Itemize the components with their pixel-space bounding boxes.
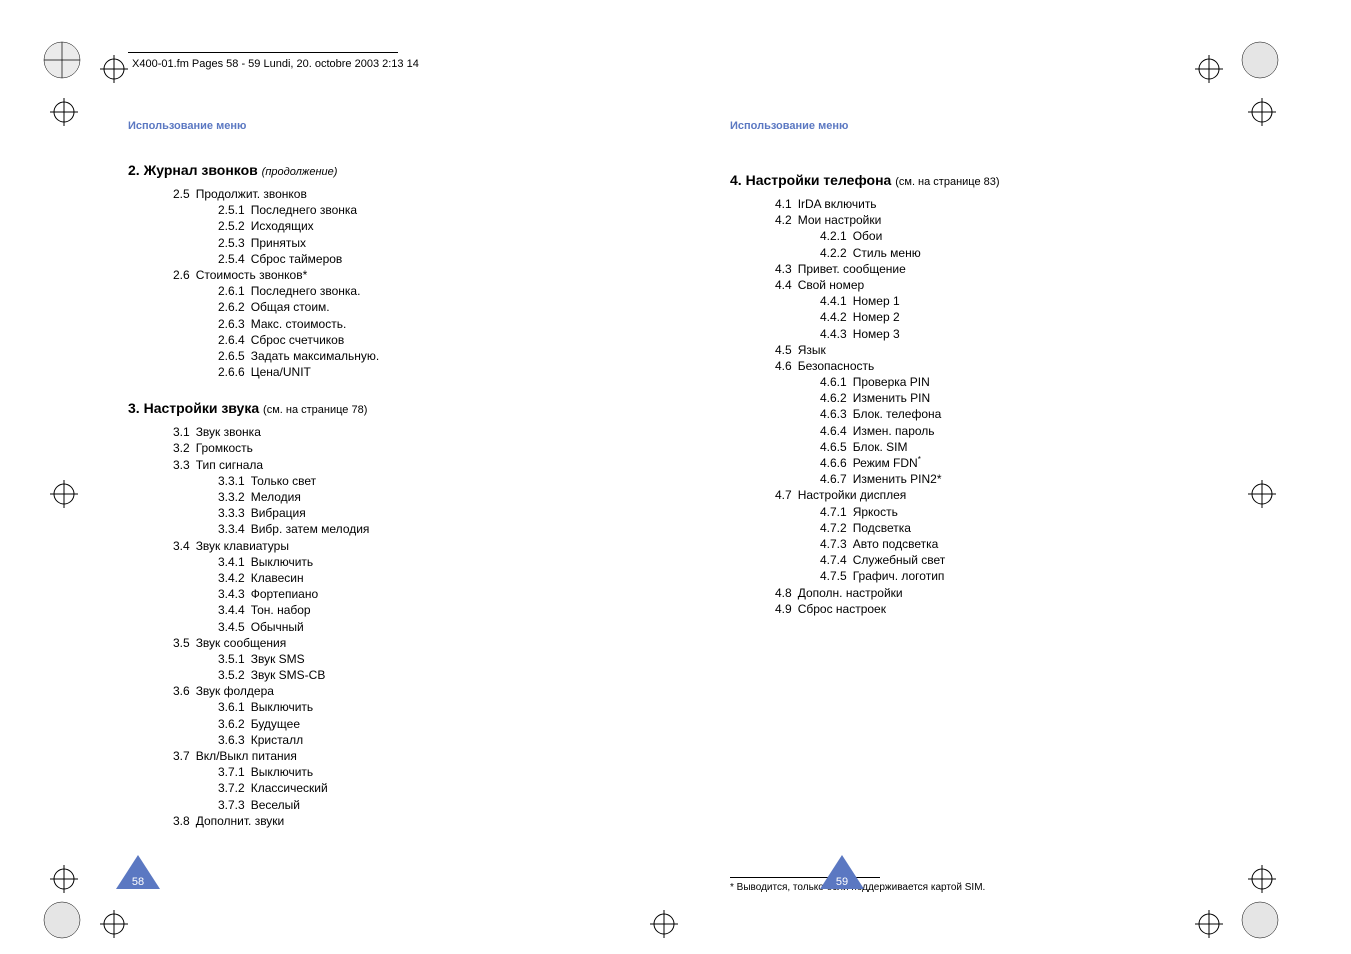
section-3-title: 3. Настройки звука (см. на странице 78): [128, 400, 608, 416]
register-mark-icon: [1248, 480, 1276, 508]
register-mark-icon: [100, 55, 128, 83]
section-label-left: Использование меню: [128, 120, 608, 132]
menu-subitem: 3.7.1Выключить: [218, 764, 608, 780]
page-number-58: 58: [116, 876, 160, 888]
menu-subitem: 4.6.4Измен. пароль: [820, 423, 1210, 439]
menu-subitem: 3.4.3Фортепиано: [218, 586, 608, 602]
menu-subitem: 4.6.5Блок. SIM: [820, 439, 1210, 455]
menu-subitem: 2.6.5Задать максимальную.: [218, 348, 608, 364]
fm-header: X400-01.fm Pages 58 - 59 Lundi, 20. octo…: [132, 58, 419, 70]
section-sub: (см. на странице 83): [895, 176, 999, 188]
menu-subitem: 4.4.2Номер 2: [820, 309, 1210, 325]
crop-mark-icon: [1240, 900, 1280, 940]
menu-subitem: 4.7.1Яркость: [820, 504, 1210, 520]
register-mark-icon: [50, 480, 78, 508]
menu-subitem: 3.5.1Звук SMS: [218, 651, 608, 667]
menu-subitem: 4.2.2Стиль меню: [820, 245, 1210, 261]
menu-subitem: 4.4.3Номер 3: [820, 326, 1210, 342]
register-mark-icon: [1248, 865, 1276, 893]
menu-subitem: 2.6.6Цена/UNIT: [218, 364, 608, 380]
menu-subitem: 4.6.2Изменить PIN: [820, 390, 1210, 406]
menu-item: 3.7Вкл/Выкл питания: [173, 748, 608, 764]
register-mark-icon: [100, 910, 128, 938]
menu-item: 3.8Дополнит. звуки: [173, 813, 608, 829]
menu-item: 4.4Свой номер: [775, 277, 1210, 293]
crop-mark-icon: [42, 40, 82, 80]
menu-subitem: 3.4.5Обычный: [218, 619, 608, 635]
menu-item: 4.8Дополн. настройки: [775, 585, 1210, 601]
section-text: Журнал звонков: [144, 162, 258, 178]
menu-subitem: 4.7.4Служебный свет: [820, 552, 1210, 568]
menu-subitem: 2.6.2Общая стоим.: [218, 299, 608, 315]
menu-subitem: 4.4.1Номер 1: [820, 293, 1210, 309]
header-rule: [128, 52, 398, 53]
section-text: Настройки телефона: [746, 172, 892, 188]
menu-item: 4.3Привет. сообщение: [775, 261, 1210, 277]
menu-item: 4.5Язык: [775, 342, 1210, 358]
menu-subitem: 3.5.2Звук SMS-CB: [218, 667, 608, 683]
menu-subitem: 3.4.1Выключить: [218, 554, 608, 570]
menu-subitem: 3.6.1Выключить: [218, 699, 608, 715]
menu-item: 4.7Настройки дисплея: [775, 487, 1210, 503]
menu-subitem: 4.7.3Авто подсветка: [820, 536, 1210, 552]
menu-item: 2.5Продолжит. звонков: [173, 186, 608, 202]
menu-subitem: 4.6.6Режим FDN*: [820, 455, 1210, 471]
section-4-title: 4. Настройки телефона (см. на странице 8…: [730, 172, 1210, 188]
section-label-right: Использование меню: [730, 120, 1210, 132]
section-2-title: 2. Журнал звонков (продолжение): [128, 162, 608, 178]
menu-subitem: 3.6.3Кристалл: [218, 732, 608, 748]
section-num: 4.: [730, 172, 742, 188]
menu-subitem: 3.3.3Вибрация: [218, 505, 608, 521]
crop-mark-icon: [1240, 40, 1280, 80]
menu-subitem: 2.6.3Макс. стоимость.: [218, 316, 608, 332]
page-59: Использование меню 4. Настройки телефона…: [730, 120, 1210, 893]
menu-item: 3.4Звук клавиатуры: [173, 538, 608, 554]
menu-item: 3.6Звук фолдера: [173, 683, 608, 699]
menu-subitem: 2.6.4Сброс счетчиков: [218, 332, 608, 348]
register-mark-icon: [1195, 55, 1223, 83]
page-58: Использование меню 2. Журнал звонков (пр…: [128, 120, 608, 829]
menu-item: 3.1Звук звонка: [173, 424, 608, 440]
menu-item: 3.5Звук сообщения: [173, 635, 608, 651]
menu-subitem: 2.6.1Последнего звонка.: [218, 283, 608, 299]
menu-item: 4.9Сброс настроек: [775, 601, 1210, 617]
register-mark-icon: [1248, 98, 1276, 126]
menu-item: 4.2Мои настройки: [775, 212, 1210, 228]
register-mark-icon: [50, 98, 78, 126]
menu-subitem: 2.5.1Последнего звонка: [218, 202, 608, 218]
section-text: Настройки звука: [144, 400, 260, 416]
crop-mark-icon: [42, 900, 82, 940]
section-sub: (продолжение): [262, 166, 338, 178]
section-num: 3.: [128, 400, 140, 416]
menu-subitem: 2.5.3Принятых: [218, 235, 608, 251]
menu-subitem: 4.7.2Подсветка: [820, 520, 1210, 536]
menu-subitem: 2.5.4Сброс таймеров: [218, 251, 608, 267]
menu-subitem: 3.7.2Классический: [218, 780, 608, 796]
menu-subitem: 4.6.3Блок. телефона: [820, 406, 1210, 422]
menu-item: 3.2Громкость: [173, 440, 608, 456]
menu-subitem: 2.5.2Исходящих: [218, 218, 608, 234]
menu-subitem: 3.4.4Тон. набор: [218, 602, 608, 618]
register-mark-icon: [650, 910, 678, 938]
register-mark-icon: [1195, 910, 1223, 938]
menu-subitem: 3.6.2Будущее: [218, 716, 608, 732]
section-num: 2.: [128, 162, 140, 178]
menu-subitem: 3.3.1Только свет: [218, 473, 608, 489]
page-number-59: 59: [820, 876, 864, 888]
menu-item: 2.6Стоимость звонков*: [173, 267, 608, 283]
section-sub: (см. на странице 78): [263, 404, 367, 416]
menu-subitem: 3.4.2Клавесин: [218, 570, 608, 586]
menu-subitem: 4.6.7Изменить PIN2*: [820, 471, 1210, 487]
menu-item: 4.1IrDA включить: [775, 196, 1210, 212]
menu-subitem: 3.3.2Мелодия: [218, 489, 608, 505]
menu-item: 4.6Безопасность: [775, 358, 1210, 374]
menu-item: 3.3Тип сигнала: [173, 457, 608, 473]
menu-subitem: 4.7.5Графич. логотип: [820, 568, 1210, 584]
menu-subitem: 3.3.4Вибр. затем мелодия: [218, 521, 608, 537]
menu-subitem: 4.2.1Обои: [820, 228, 1210, 244]
menu-subitem: 4.6.1Проверка PIN: [820, 374, 1210, 390]
footnote: * Выводится, только если поддерживается …: [730, 882, 1210, 893]
register-mark-icon: [50, 865, 78, 893]
menu-subitem: 3.7.3Веселый: [218, 797, 608, 813]
